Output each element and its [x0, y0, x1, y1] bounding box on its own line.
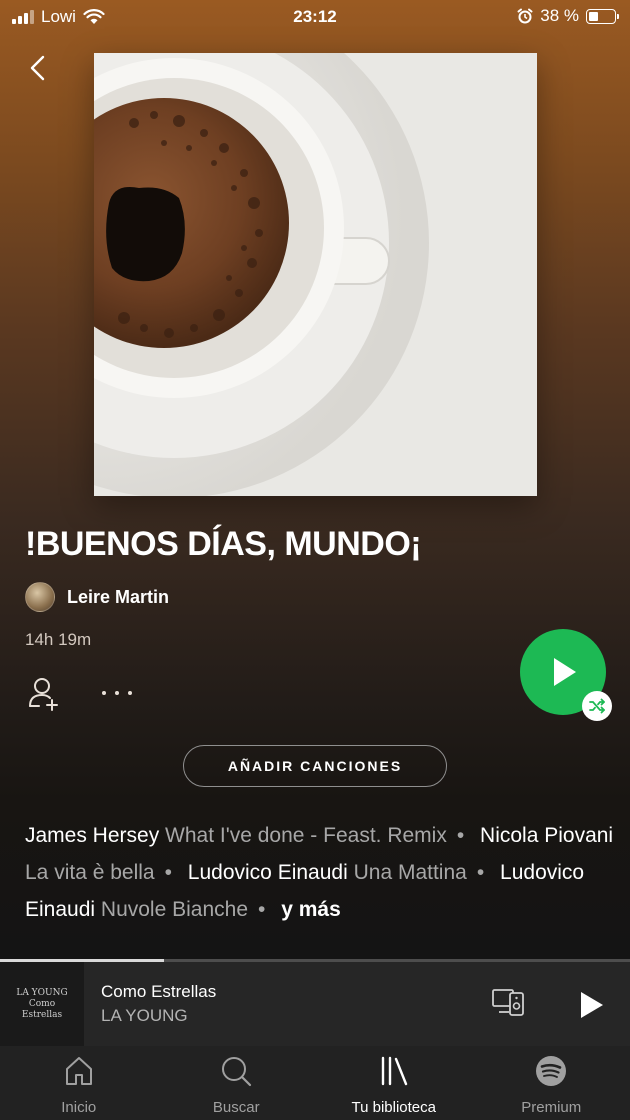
shuffle-badge[interactable] [582, 691, 612, 721]
separator-dot: • [476, 861, 485, 884]
playlist-screen: Lowi 23:12 38 % !BUENOS DÍAS, MUNDO¡ Lei… [0, 0, 630, 1120]
art-text-line: Como [28, 998, 56, 1009]
back-button[interactable] [22, 52, 54, 84]
tab-label: Inicio [61, 1099, 97, 1116]
add-collaborator-button[interactable] [25, 674, 65, 714]
add-songs-button[interactable]: AÑADIR CANCIONES [183, 745, 447, 787]
playlist-cover [94, 53, 537, 496]
more-tracks-link[interactable]: y más [281, 898, 341, 921]
coffee-cup-image [94, 53, 537, 496]
separator-dot: • [456, 824, 465, 847]
separator-dot: • [164, 861, 172, 884]
more-options-button[interactable] [100, 680, 134, 706]
playlist-title: !BUENOS DÍAS, MUNDO¡ [25, 525, 422, 563]
library-icon [381, 1056, 407, 1086]
alarm-icon [517, 8, 533, 24]
featured-tracks: James Hersey What I've done - Feast. Rem… [25, 817, 615, 928]
play-icon [554, 658, 576, 686]
home-icon [65, 1057, 92, 1085]
featured-song: Nuvole Bianche [100, 898, 248, 921]
featured-song: What I've done - Feast. Remix [165, 824, 447, 847]
battery-percent: 38 % [540, 6, 579, 25]
battery-icon [586, 8, 619, 24]
spotify-icon [536, 1056, 567, 1086]
featured-artist: Nicola Piovani [480, 824, 614, 847]
tab-label: Buscar [212, 1099, 260, 1116]
art-text-line: LA YOUNG [16, 987, 68, 998]
mini-play-button[interactable] [572, 988, 608, 1022]
now-playing-artist: LA YOUNG [101, 1006, 188, 1025]
tab-home[interactable]: Inicio [0, 1046, 158, 1120]
featured-song: Una Mattina [353, 861, 467, 884]
tab-library[interactable]: Tu biblioteca [315, 1046, 473, 1120]
mini-player[interactable]: LA YOUNG Como Estrellas Como Estrellas L… [0, 962, 630, 1046]
featured-song: La vita è bella [25, 861, 155, 884]
status-bar: Lowi 23:12 38 % [0, 0, 630, 36]
playlist-owner[interactable]: Leire Martin [25, 582, 169, 612]
tab-premium[interactable]: Premium [473, 1046, 630, 1120]
featured-artist: James Hersey [25, 824, 160, 847]
separator-dot: • [258, 898, 266, 921]
featured-artist: Ludovico Einaudi [187, 861, 348, 884]
tab-bar: Inicio Buscar Tu biblioteca Premium [0, 1046, 630, 1120]
playlist-duration: 14h 19m [25, 630, 92, 649]
tab-label: Premium [521, 1099, 582, 1116]
tab-label: Tu biblioteca [351, 1099, 437, 1116]
now-playing-art: LA YOUNG Como Estrellas [0, 962, 84, 1046]
owner-name: Leire Martin [67, 586, 170, 607]
status-right: 38 % [517, 6, 619, 26]
search-icon [222, 1057, 252, 1087]
art-text-line: Estrellas [21, 1009, 63, 1020]
owner-avatar [25, 582, 55, 612]
now-playing-title: Como Estrellas [101, 982, 217, 1001]
shuffle-icon [589, 698, 605, 714]
devices-button[interactable] [491, 986, 527, 1020]
tab-search[interactable]: Buscar [158, 1046, 316, 1120]
